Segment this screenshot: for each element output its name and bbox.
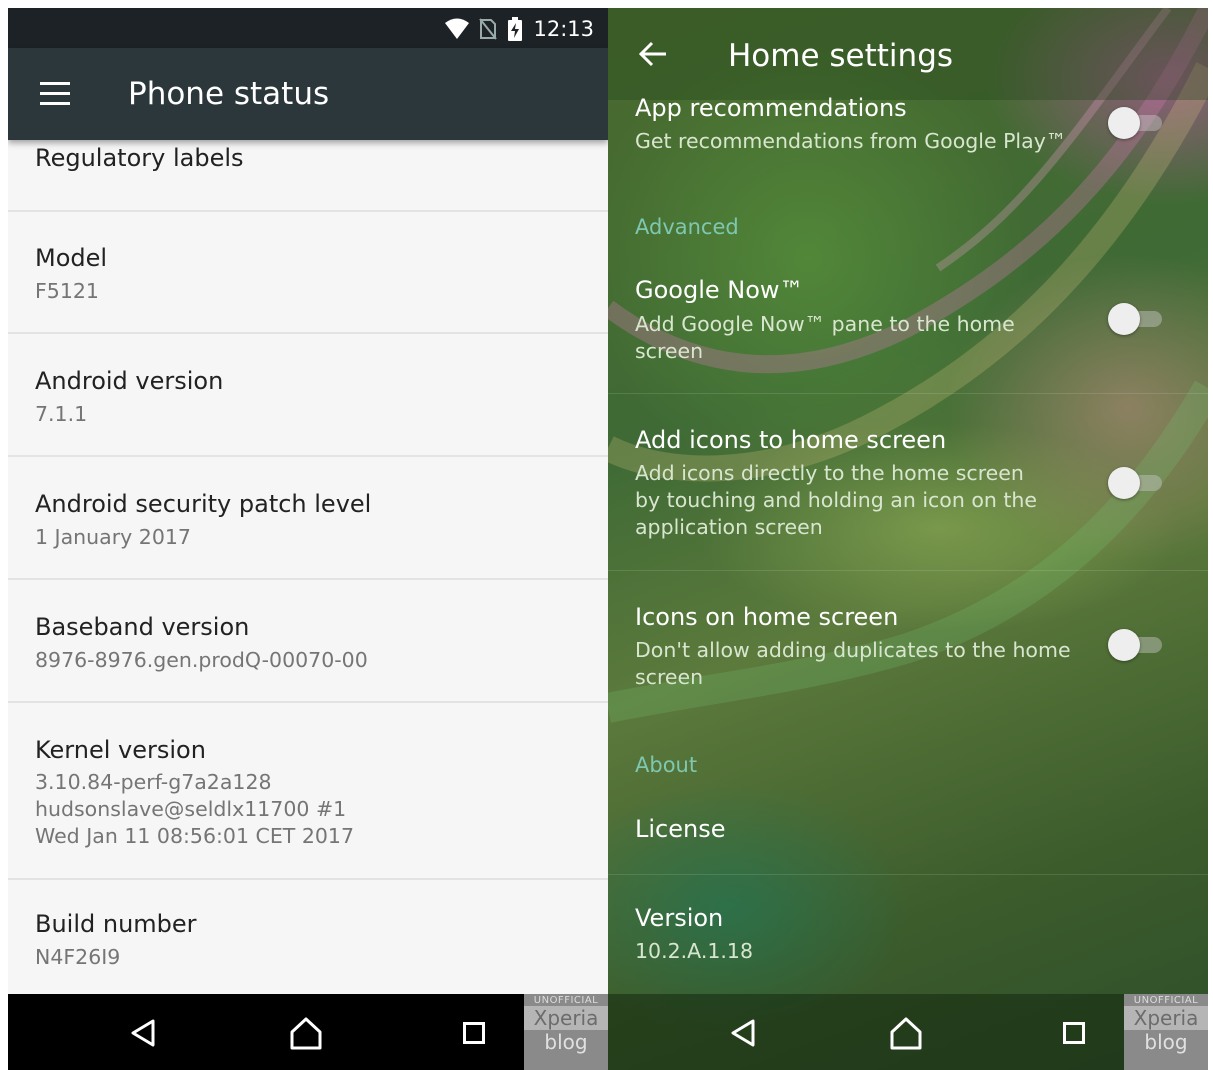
no-sim-icon [479, 18, 498, 40]
phone-status-screen: 12:13 Phone status Regulatory labels Mod… [8, 8, 608, 1070]
list-item-subtitle: 3.10.84-perf-g7a2a128 hudsonslave@seldlx… [35, 770, 354, 848]
back-arrow-icon[interactable] [638, 40, 668, 68]
list-item-subtitle: N4F26I9 [35, 945, 121, 969]
setting-google-now[interactable]: Google Now™ Add Google Now™ pane to the … [608, 258, 1208, 394]
list-item-security-patch[interactable]: Android security patch level 1 January 2… [8, 457, 608, 580]
setting-title: Add icons to home screen [635, 426, 947, 454]
setting-subtitle: Don't allow adding duplicates to the hom… [635, 638, 1071, 689]
watermark-line3: blog [544, 1030, 588, 1054]
recents-icon[interactable] [463, 1022, 485, 1044]
watermark: UNOFFICIAL Xperia blog [524, 994, 608, 1070]
list-item-title: Android version [35, 367, 224, 395]
setting-subtitle: Add icons directly to the home screen by… [635, 461, 1038, 539]
home-settings-screen: Home settings App recommendations Get re… [608, 8, 1208, 1070]
list-item-kernel-version[interactable]: Kernel version 3.10.84-perf-g7a2a128 hud… [8, 703, 608, 880]
app-bar: Home settings [608, 8, 1208, 100]
page-title: Home settings [728, 38, 954, 74]
status-bar: 12:13 [8, 8, 608, 48]
watermark-line3: blog [1144, 1030, 1188, 1054]
navigation-bar: UNOFFICIAL Xperia blog [608, 994, 1208, 1070]
setting-app-recommendations[interactable]: App recommendations Get recommendations … [608, 88, 1208, 188]
list-item-title: Baseband version [35, 613, 250, 641]
list-item-subtitle: F5121 [35, 279, 99, 303]
section-header-advanced: Advanced [635, 215, 739, 239]
setting-title: Icons on home screen [635, 603, 899, 631]
setting-icons-on-home[interactable]: Icons on home screen Don't allow adding … [608, 571, 1208, 701]
list-item-title: Kernel version [35, 736, 206, 764]
wifi-icon [445, 18, 470, 39]
setting-title: License [635, 815, 726, 843]
setting-add-icons[interactable]: Add icons to home screen Add icons direc… [608, 394, 1208, 571]
list-item-title: Android security patch level [35, 490, 372, 518]
setting-version[interactable]: Version 10.2.A.1.18 [608, 876, 1208, 994]
watermark-line2: Xperia [524, 1006, 608, 1030]
list-item-title: Model [35, 244, 108, 272]
recents-icon[interactable] [1063, 1022, 1085, 1044]
section-header-about: About [635, 753, 698, 777]
list-item-title: Build number [35, 910, 197, 938]
add-icons-toggle[interactable] [1108, 467, 1164, 499]
hamburger-menu-icon[interactable] [40, 82, 70, 106]
back-icon[interactable] [128, 1018, 158, 1048]
watermark-line1: UNOFFICIAL [533, 995, 599, 1006]
setting-title: Version [635, 904, 724, 932]
home-icon[interactable] [288, 1016, 324, 1050]
icons-on-home-toggle[interactable] [1108, 629, 1164, 661]
status-time: 12:13 [533, 17, 594, 41]
watermark-line2: Xperia [1124, 1006, 1208, 1030]
setting-title: Google Now™ [635, 276, 804, 304]
setting-license[interactable]: License [608, 788, 1208, 875]
battery-charging-icon [508, 17, 523, 41]
setting-subtitle: 10.2.A.1.18 [635, 939, 753, 963]
app-bar: Phone status [8, 48, 608, 140]
home-icon[interactable] [888, 1016, 924, 1050]
setting-subtitle: Get recommendations from Google Play™ [635, 129, 1067, 153]
app-recommendations-toggle[interactable] [1108, 107, 1164, 139]
list-item-baseband-version[interactable]: Baseband version 8976-8976.gen.prodQ-000… [8, 580, 608, 703]
watermark-line1: UNOFFICIAL [1133, 995, 1199, 1006]
google-now-toggle[interactable] [1108, 303, 1164, 335]
navigation-bar: UNOFFICIAL Xperia blog [8, 994, 608, 1070]
list-item-subtitle: 1 January 2017 [35, 525, 191, 549]
list-item-android-version[interactable]: Android version 7.1.1 [8, 334, 608, 457]
list-item-build-number[interactable]: Build number N4F26I9 [8, 880, 608, 1000]
setting-subtitle: Add Google Now™ pane to the home screen [635, 312, 1015, 363]
setting-title: App recommendations [635, 94, 907, 122]
list-item-model[interactable]: Model F5121 [8, 212, 608, 334]
list-item-subtitle: 7.1.1 [35, 402, 88, 426]
list-item-subtitle: 8976-8976.gen.prodQ-00070-00 [35, 648, 368, 672]
list-item-regulatory-labels[interactable]: Regulatory labels [8, 140, 608, 212]
back-icon[interactable] [728, 1018, 758, 1048]
list-item-title: Regulatory labels [35, 144, 244, 172]
watermark: UNOFFICIAL Xperia blog [1124, 994, 1208, 1070]
page-title: Phone status [128, 76, 330, 112]
